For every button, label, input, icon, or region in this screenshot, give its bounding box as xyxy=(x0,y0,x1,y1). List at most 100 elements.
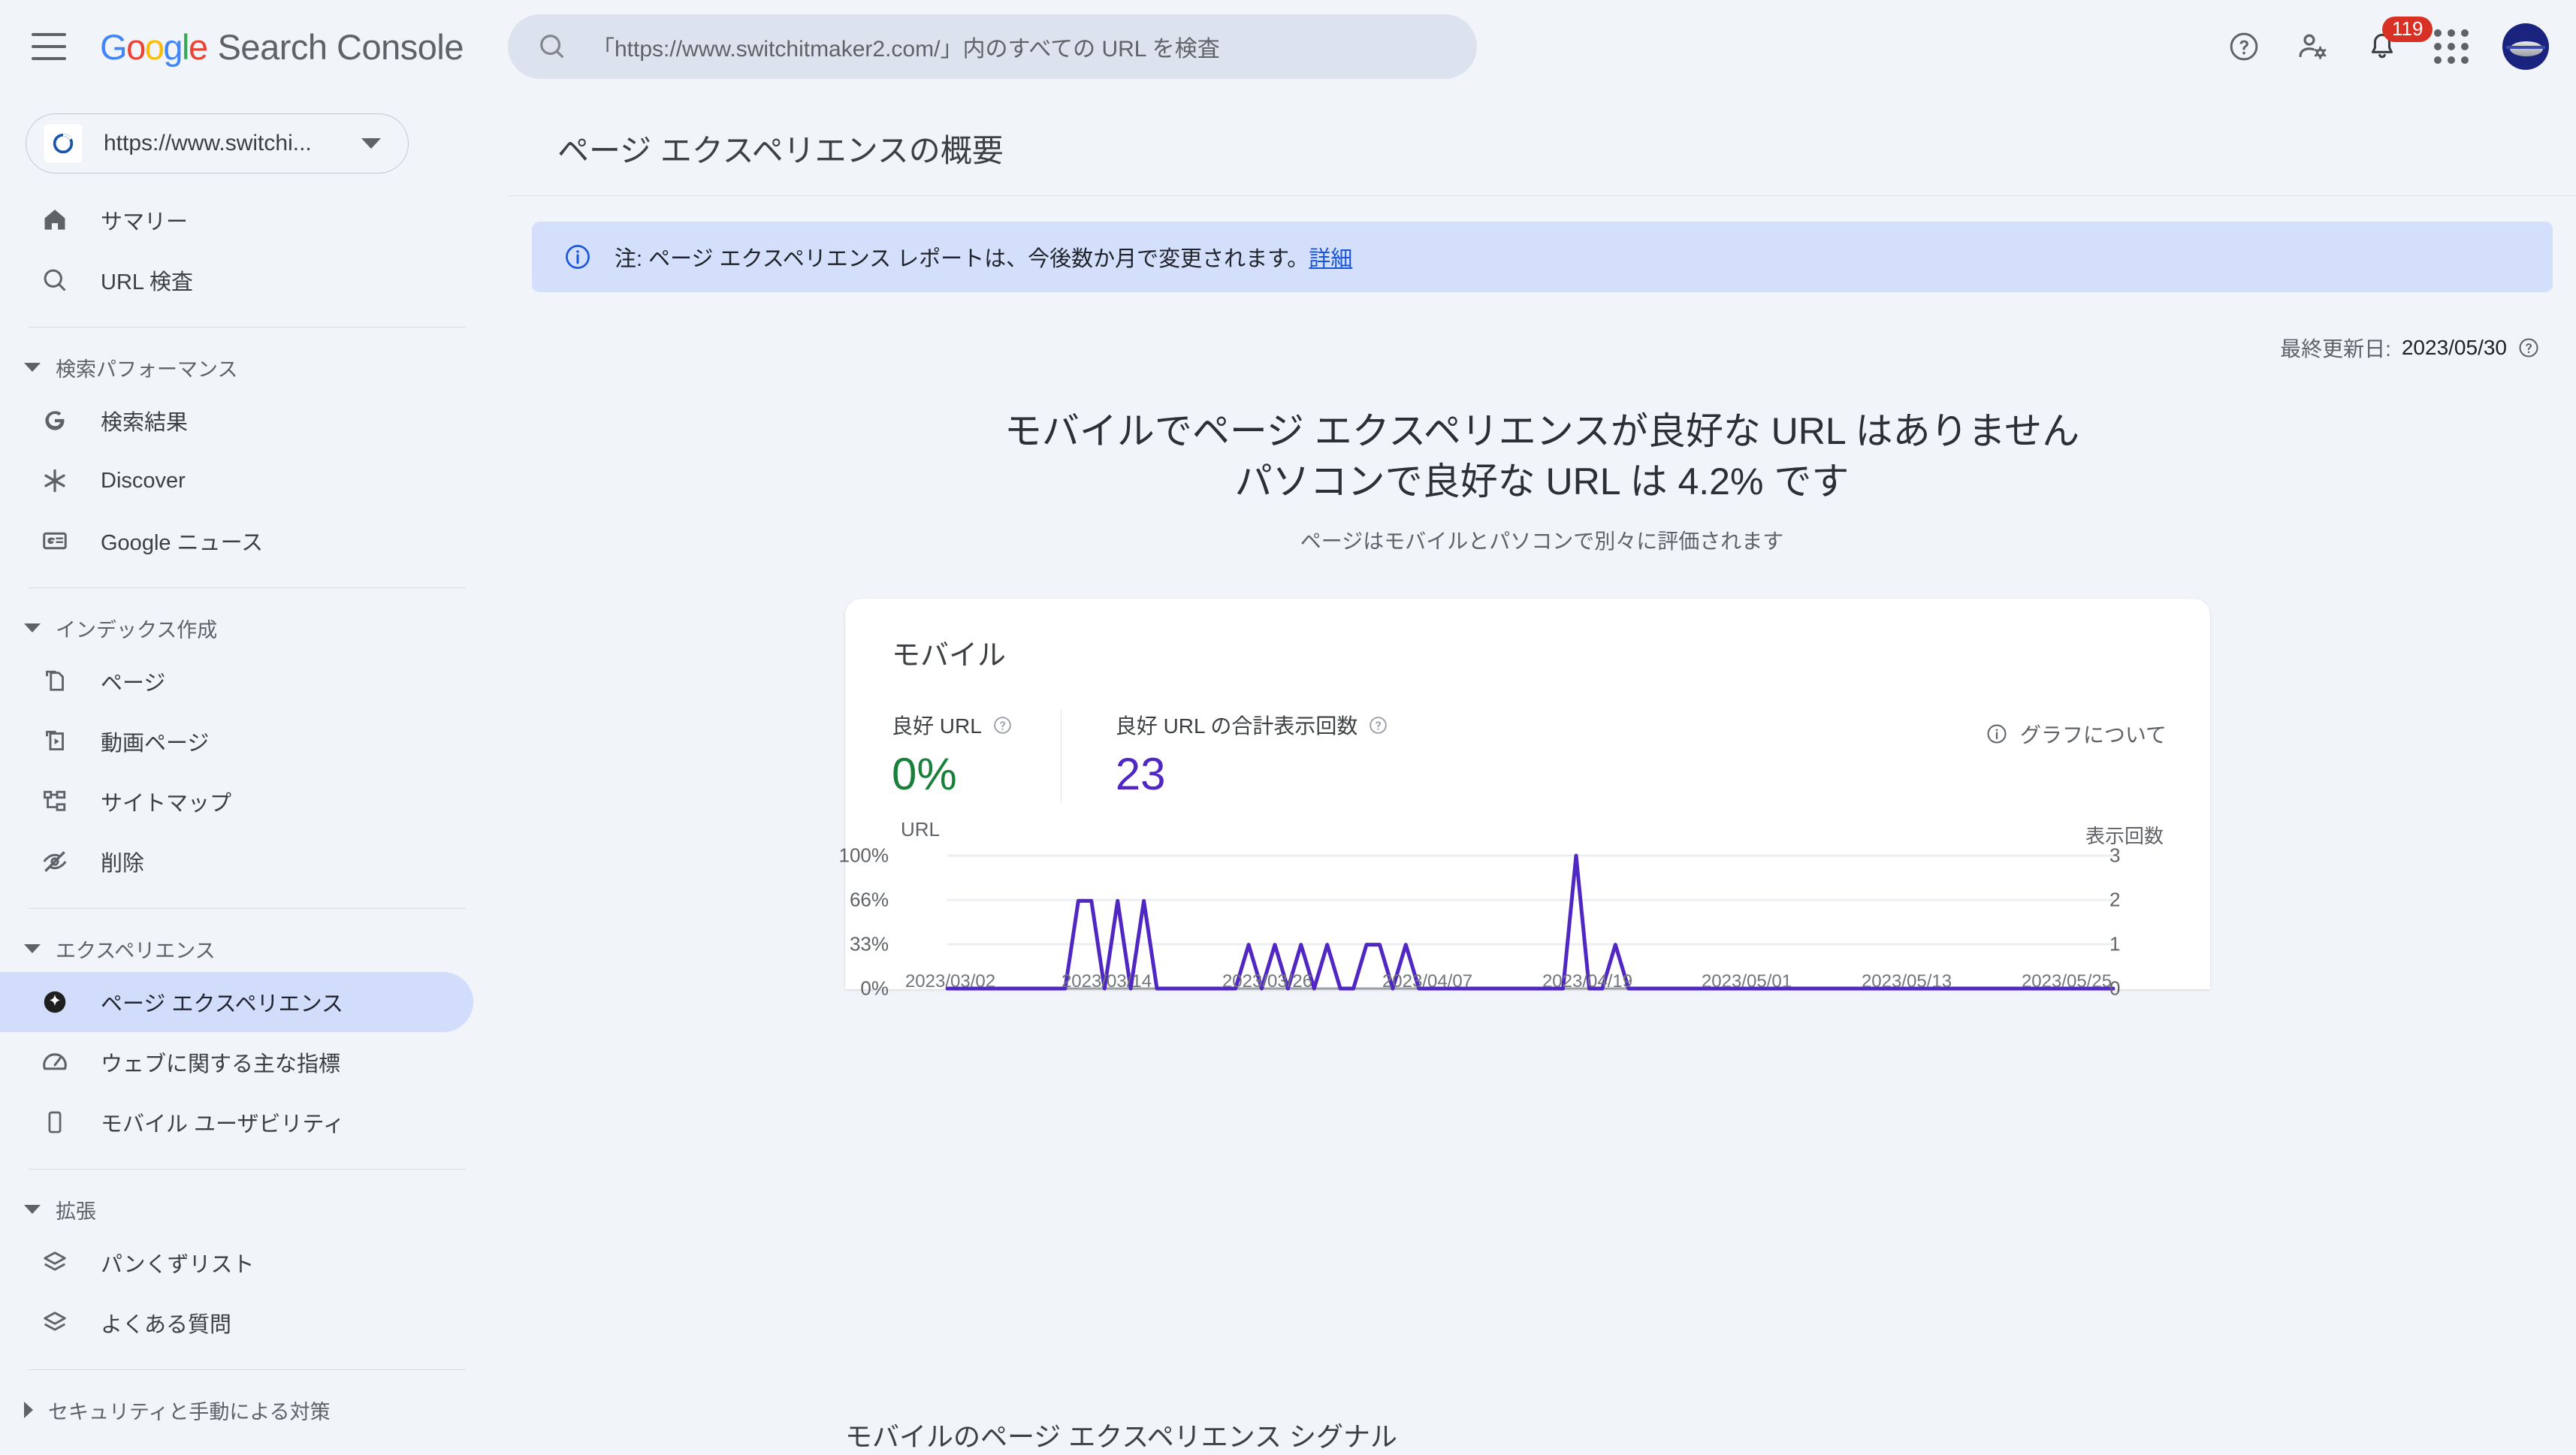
sitemap-icon xyxy=(39,786,71,817)
help-icon[interactable] xyxy=(2517,337,2540,359)
sidebar-item-google-news[interactable]: Google ニュース xyxy=(0,511,473,571)
metric-good-urls: 良好 URL 0% xyxy=(892,710,1061,797)
info-icon xyxy=(1987,724,2007,744)
search-bar[interactable]: 「https://www.switchitmaker2.com/」内のすべての … xyxy=(508,14,1477,79)
help-button[interactable] xyxy=(2209,12,2279,81)
title-divider xyxy=(508,195,2576,196)
metric-value: 0% xyxy=(892,749,957,799)
last-updated: 最終更新日: 2023/05/30 xyxy=(508,333,2576,363)
metric-label: 良好 URL xyxy=(892,710,1013,740)
layers-icon xyxy=(39,1247,71,1278)
sidebar-item-page-experience[interactable]: ページ エクスペリエンス xyxy=(0,972,473,1032)
notifications-button[interactable]: 119 xyxy=(2348,12,2433,81)
app-brand: Google Search Console xyxy=(100,26,464,68)
property-selector[interactable]: https://www.switchi... xyxy=(26,113,409,174)
search-input[interactable]: 「https://www.switchitmaker2.com/」内のすべての … xyxy=(508,14,1477,79)
page-title: ページ エクスペリエンスの概要 xyxy=(557,133,1004,168)
page-experience-icon xyxy=(39,986,71,1018)
x-tick-1: 2023/03/14 xyxy=(1061,971,1152,992)
apps-grid-icon xyxy=(2434,29,2469,64)
chart-line-series xyxy=(945,853,2115,991)
sidebar-group-label: インデックス作成 xyxy=(56,618,218,641)
sidebar-divider xyxy=(29,1169,466,1170)
sidebar-group-enhancements[interactable]: 拡張 xyxy=(0,1186,508,1233)
y-tick-left-100: 100% xyxy=(838,844,889,867)
chart-plot xyxy=(945,853,2115,991)
help-icon[interactable] xyxy=(1368,715,1388,735)
metric-label-text: 良好 URL xyxy=(892,714,982,738)
user-settings-icon xyxy=(2299,34,2327,59)
sidebar-group-security[interactable]: セキュリティと手動による対策 xyxy=(0,1387,508,1433)
top-bar: Google Search Console 「https://www.switc… xyxy=(0,0,2576,93)
sidebar-group-label: 拡張 xyxy=(56,1200,96,1223)
info-icon xyxy=(566,245,590,269)
metric-label-text: 良好 URL の合計表示回数 xyxy=(1115,714,1358,738)
page-experience-chart: URL 表示回数 100% 66% 33% 0% 3 2 1 0 2023/03… xyxy=(839,818,2210,1000)
sidebar-item-url-inspection[interactable]: URL 検査 xyxy=(0,250,473,310)
sidebar-item-removals[interactable]: 削除 xyxy=(0,832,473,892)
chevron-down-icon xyxy=(24,944,41,953)
sidebar-group-indexing[interactable]: インデックス作成 xyxy=(0,605,508,651)
x-tick-6: 2023/05/13 xyxy=(1861,971,1952,992)
discover-asterisk-icon xyxy=(39,465,71,497)
sidebar-item-label: よくある質問 xyxy=(101,1313,232,1337)
help-icon[interactable] xyxy=(992,715,1013,735)
info-banner: 注: ページ エクスペリエンス レポートは、今後数か月で変更されます。詳細 xyxy=(532,222,2553,292)
chevron-down-icon xyxy=(361,138,381,149)
sidebar-item-label: 動画ページ xyxy=(101,732,210,756)
banner-learn-more-link[interactable]: 詳細 xyxy=(1309,247,1352,271)
sidebar-group-experience[interactable]: エクスペリエンス xyxy=(0,925,508,972)
about-graph-button[interactable]: グラフについて xyxy=(1986,719,2167,749)
last-updated-label: 最終更新日: xyxy=(2280,337,2391,361)
sidebar-item-label: Discover xyxy=(101,468,186,493)
sidebar-item-label: 削除 xyxy=(101,852,145,876)
about-graph-label: グラフについて xyxy=(2019,723,2167,747)
chart-left-axis-title: URL xyxy=(901,818,941,841)
google-logo: Google xyxy=(100,26,208,67)
layers-icon xyxy=(39,1307,71,1339)
property-label: https://www.switchi... xyxy=(104,131,312,155)
sidebar-item-faq[interactable]: よくある質問 xyxy=(0,1293,473,1353)
eye-off-icon xyxy=(39,846,71,877)
mobile-icon xyxy=(39,1106,71,1138)
mobile-card: モバイル 良好 URL 0% 良好 URL の合計表示回数 23 グラフについて… xyxy=(839,599,2210,1000)
headline-line-1: モバイルでページ エクスペリエンスが良好な URL はありません xyxy=(1004,410,2080,452)
sidebar-item-breadcrumbs[interactable]: パンくずリスト xyxy=(0,1233,473,1293)
banner-text: 注: ページ エクスペリエンス レポートは、今後数か月で変更されます。詳細 xyxy=(615,241,1352,273)
property-favicon xyxy=(44,124,83,163)
sidebar-item-summary[interactable]: サマリー xyxy=(0,190,473,250)
sidebar-item-label: サマリー xyxy=(101,210,189,234)
y-tick-left-66: 66% xyxy=(849,888,889,911)
x-tick-7: 2023/05/25 xyxy=(2021,971,2112,992)
y-tick-right-0: 0 xyxy=(2109,977,2121,1000)
sidebar-divider xyxy=(29,908,466,909)
product-name: Search Console xyxy=(217,26,464,67)
y-tick-left-0: 0% xyxy=(860,977,889,1000)
help-icon xyxy=(2230,32,2258,61)
speedometer-icon xyxy=(39,1046,71,1078)
sidebar-item-search-results[interactable]: 検索結果 xyxy=(0,391,473,451)
sidebar-group-search-performance[interactable]: 検索パフォーマンス xyxy=(0,344,508,391)
sidebar-item-core-web-vitals[interactable]: ウェブに関する主な指標 xyxy=(0,1032,473,1092)
sidebar-item-video-pages[interactable]: 動画ページ xyxy=(0,711,473,771)
sidebar-item-label: パンくずリスト xyxy=(101,1253,255,1277)
sidebar-item-discover[interactable]: Discover xyxy=(0,451,473,511)
sidebar-item-label: ページ エクスペリエンス xyxy=(101,992,343,1016)
y-tick-right-1: 1 xyxy=(2109,932,2121,955)
sidebar-item-mobile-usability[interactable]: モバイル ユーザビリティ xyxy=(0,1092,473,1152)
user-settings-button[interactable] xyxy=(2279,12,2348,81)
chevron-right-icon xyxy=(24,1402,33,1418)
hamburger-menu-icon[interactable] xyxy=(32,33,68,60)
apps-button[interactable] xyxy=(2417,12,2486,81)
headline-line-2: パソコンで良好な URL は 4.2% です xyxy=(1234,460,1850,503)
avatar[interactable] xyxy=(2502,23,2549,70)
pages-icon xyxy=(39,666,71,697)
sidebar-item-label: ページ xyxy=(101,672,166,696)
video-page-icon xyxy=(39,726,71,757)
sidebar-item-pages[interactable]: ページ xyxy=(0,651,473,711)
headline: モバイルでページ エクスペリエンスが良好な URL はありません パソコンで良好… xyxy=(508,406,2576,507)
search-icon xyxy=(540,35,564,59)
x-tick-4: 2023/04/19 xyxy=(1542,971,1633,992)
sidebar-item-label: ウェブに関する主な指標 xyxy=(101,1052,341,1076)
sidebar-item-sitemaps[interactable]: サイトマップ xyxy=(0,771,473,832)
